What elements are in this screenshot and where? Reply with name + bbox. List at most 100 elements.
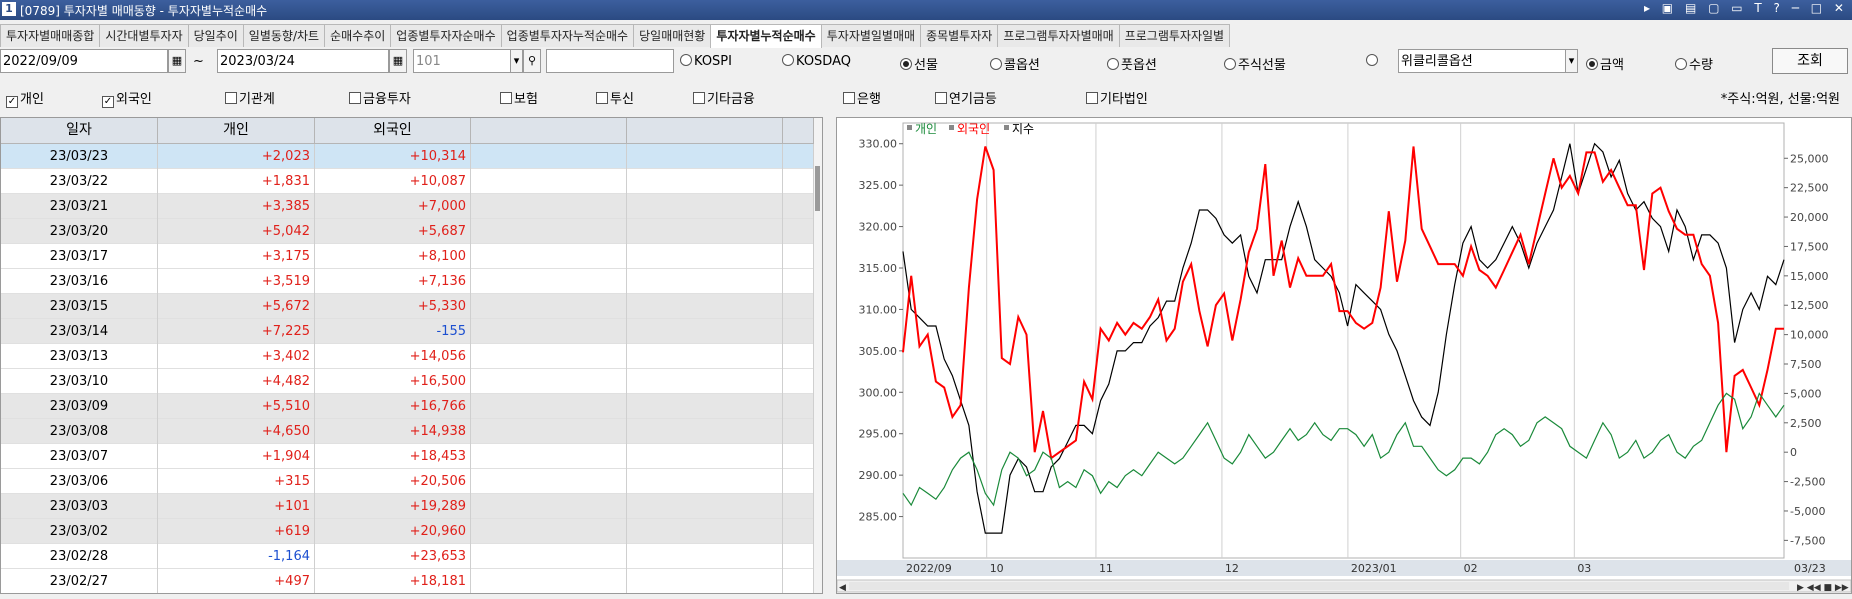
market-radio-6[interactable] (1366, 54, 1380, 69)
dropdown-arrow-icon: ▾ (1568, 54, 1575, 67)
investor-checkbox-2[interactable]: 기관계 (225, 88, 275, 107)
measure-radio-1[interactable]: 수량 (1675, 54, 1713, 73)
end-date-input[interactable]: 2023/03/24 (217, 49, 389, 73)
checkbox-icon[interactable] (500, 92, 512, 104)
option-dropdown-button[interactable]: ▾ (1565, 49, 1578, 73)
option-select[interactable]: 위클리콜옵션 (1398, 49, 1566, 73)
table-row[interactable]: 23/03/20 +5,042 +5,687 (1, 219, 814, 244)
investor-checkbox-7[interactable]: 은행 (843, 88, 881, 107)
table-row[interactable]: 23/03/08 +4,650 +14,938 (1, 419, 814, 444)
tab-3[interactable]: 일별동향/차트 (242, 24, 326, 47)
tab-12[interactable]: 프로그램투자자일별 (1118, 24, 1231, 47)
tab-4[interactable]: 순매수추이 (324, 24, 392, 47)
tab-6[interactable]: 업종별투자자누적순매수 (500, 24, 635, 47)
grid-scrollbar[interactable] (814, 118, 822, 593)
code-input[interactable]: 101 (413, 49, 511, 73)
radio-circle-icon[interactable] (1586, 58, 1598, 70)
checkbox-icon[interactable] (225, 92, 237, 104)
investor-checkbox-6[interactable]: 기타금융 (693, 88, 755, 107)
query-button[interactable]: 조회 (1772, 48, 1848, 74)
market-radio-3[interactable]: 콜옵션 (990, 54, 1040, 73)
tab-7[interactable]: 당일매매현황 (633, 24, 712, 47)
market-radio-4[interactable]: 풋옵션 (1107, 54, 1157, 73)
table-row[interactable]: 23/03/21 +3,385 +7,000 (1, 194, 814, 219)
header-foreign[interactable]: 외국인 (315, 118, 471, 143)
radio-circle-icon[interactable] (1366, 54, 1378, 66)
start-calendar-button[interactable]: ▦ (168, 49, 186, 73)
market-radio-0[interactable]: KOSPI (680, 54, 732, 69)
table-row[interactable]: 23/03/02 +619 +20,960 (1, 519, 814, 544)
tab-2[interactable]: 당일추이 (187, 24, 244, 47)
checkbox-icon[interactable] (693, 92, 705, 104)
code-dropdown-button[interactable]: ▾ (510, 49, 523, 73)
cell-empty (627, 444, 783, 469)
investor-checkbox-8[interactable]: 연기금등 (935, 88, 997, 107)
table-row[interactable]: 23/03/06 +315 +20,506 (1, 469, 814, 494)
investor-chart: 285.00 290.00 295.00 300.00 305.00 310.00 315.… (836, 122, 1852, 593)
scroll-left-icon[interactable]: ◀ (839, 583, 846, 593)
tab-8[interactable]: 투자자별누적순매수 (710, 24, 822, 48)
table-row[interactable]: 23/02/28 -1,164 +23,653 (1, 544, 814, 569)
investor-checkbox-5[interactable]: 투신 (596, 88, 634, 107)
checkbox-icon[interactable]: ✓ (102, 96, 114, 108)
checkbox-icon[interactable]: ✓ (6, 96, 18, 108)
table-row[interactable]: 23/03/23 +2,023 +10,314 (1, 144, 814, 169)
table-row[interactable]: 23/03/22 +1,831 +10,087 (1, 169, 814, 194)
left-tick-label: 305.00 (859, 345, 898, 358)
cell-empty (471, 269, 627, 294)
table-row[interactable]: 23/03/17 +3,175 +8,100 (1, 244, 814, 269)
radio-circle-icon[interactable] (1675, 58, 1687, 70)
code-search-button[interactable]: ⚲ (523, 49, 541, 73)
scroll-controls-icon[interactable]: ▶ ◀◀ ■ ▶▶ (1797, 583, 1849, 593)
scroll-thumb[interactable] (815, 166, 820, 211)
market-radio-2[interactable]: 선물 (900, 54, 938, 73)
investor-checkbox-9[interactable]: 기타법인 (1086, 88, 1148, 107)
measure-radio-0[interactable]: 금액 (1586, 54, 1624, 73)
tab-10[interactable]: 종목별투자자 (920, 24, 999, 47)
radio-circle-icon[interactable] (990, 58, 1002, 70)
radio-circle-icon[interactable] (1224, 58, 1236, 70)
checkbox-icon[interactable] (1086, 92, 1098, 104)
checkbox-icon[interactable] (349, 92, 361, 104)
radio-circle-icon[interactable] (680, 54, 692, 66)
cell-foreign: +20,960 (315, 519, 471, 544)
radio-circle-icon[interactable] (782, 54, 794, 66)
window-controls[interactable]: ▸ ▣ ▤ ▢ ▭ T ? ─ □ ✕ (1644, 1, 1848, 15)
tab-5[interactable]: 업종별투자자순매수 (390, 24, 502, 47)
table-row[interactable]: 23/03/15 +5,672 +5,330 (1, 294, 814, 319)
investor-label: 은행 (857, 92, 881, 107)
market-radio-5[interactable]: 주식선물 (1224, 54, 1286, 73)
tab-1[interactable]: 시간대별투자자 (99, 24, 189, 47)
header-empty (627, 118, 783, 143)
table-row[interactable]: 23/03/13 +3,402 +14,056 (1, 344, 814, 369)
header-individual[interactable]: 개인 (158, 118, 315, 143)
table-row[interactable]: 23/03/07 +1,904 +18,453 (1, 444, 814, 469)
table-row[interactable]: 23/03/16 +3,519 +7,136 (1, 269, 814, 294)
table-row[interactable]: 23/03/14 +7,225 -155 (1, 319, 814, 344)
table-row[interactable]: 23/03/09 +5,510 +16,766 (1, 394, 814, 419)
radio-circle-icon[interactable] (1107, 58, 1119, 70)
cell-foreign: +14,938 (315, 419, 471, 444)
checkbox-icon[interactable] (935, 92, 947, 104)
start-date-input[interactable]: 2022/09/09 (0, 49, 168, 73)
market-radio-1[interactable]: KOSDAQ (782, 54, 851, 69)
chart-scroll-thumb[interactable] (849, 582, 1789, 590)
checkbox-icon[interactable] (843, 92, 855, 104)
checkbox-icon[interactable] (596, 92, 608, 104)
tab-11[interactable]: 프로그램투자자별매매 (997, 24, 1120, 47)
tab-0[interactable]: 투자자별매매종합 (0, 24, 101, 47)
left-tick-label: 295.00 (859, 428, 898, 441)
investor-checkbox-1[interactable]: ✓ 외국인 (102, 88, 152, 108)
investor-checkbox-4[interactable]: 보험 (500, 88, 538, 107)
table-row[interactable]: 23/03/03 +101 +19,289 (1, 494, 814, 519)
table-row[interactable]: 23/03/10 +4,482 +16,500 (1, 369, 814, 394)
title-bar: 1 [0789] 투자자별 매매동향 - 투자자별누적순매수 ▸ ▣ ▤ ▢ ▭… (0, 0, 1852, 20)
cell-foreign: +8,100 (315, 244, 471, 269)
investor-checkbox-0[interactable]: ✓ 개인 (6, 88, 44, 108)
tab-9[interactable]: 투자자별일별매매 (820, 24, 922, 47)
radio-circle-icon[interactable] (900, 58, 912, 70)
end-calendar-button[interactable]: ▦ (389, 49, 407, 73)
table-row[interactable]: 23/02/27 +497 +18,181 (1, 569, 814, 593)
investor-checkbox-3[interactable]: 금융투자 (349, 88, 411, 107)
header-date[interactable]: 일자 (1, 118, 158, 143)
